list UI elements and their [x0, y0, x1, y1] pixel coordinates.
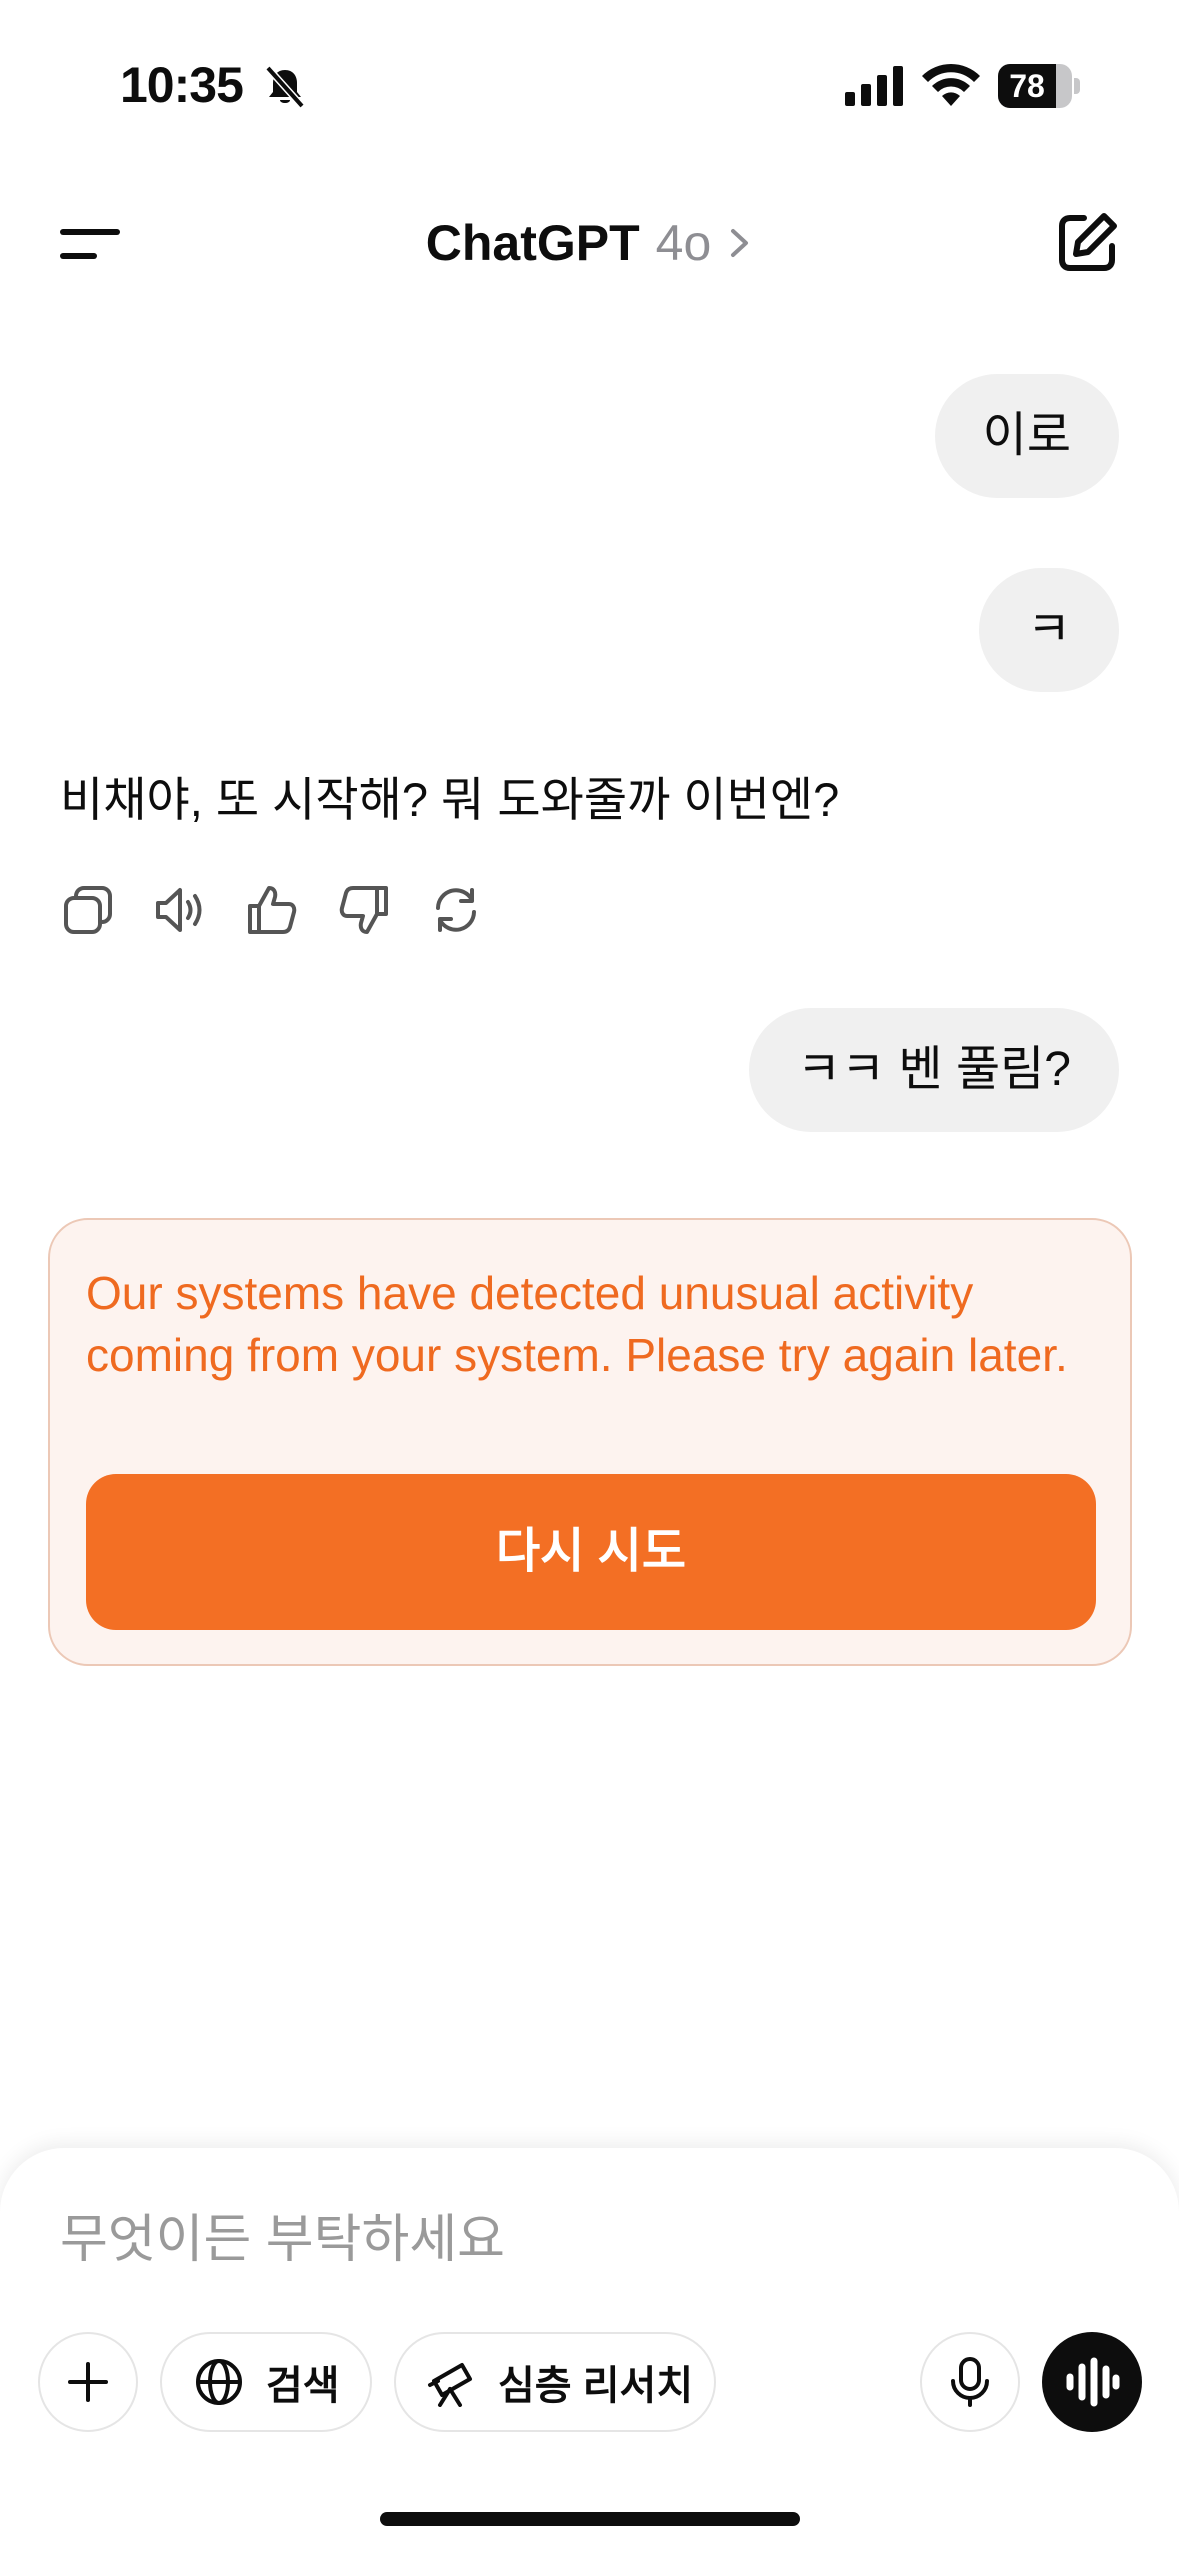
deep-research-button[interactable]: 심층 리서치: [394, 2332, 716, 2432]
compose-icon[interactable]: [1054, 210, 1120, 276]
regenerate-icon[interactable]: [428, 882, 484, 938]
signal-icon: [845, 66, 903, 106]
thumbs-up-icon[interactable]: [244, 882, 300, 938]
chevron-right-icon: [731, 229, 749, 257]
user-message: ㅋㅋ 벤 풀림?: [748, 1008, 1119, 1132]
search-label: 검색: [266, 2364, 340, 2408]
app-title: ChatGPT: [425, 215, 640, 271]
plus-icon: [68, 2362, 108, 2402]
user-message: 이로: [934, 374, 1119, 498]
thumbs-down-icon[interactable]: [336, 882, 392, 938]
wifi-icon: [922, 63, 980, 106]
model-selector[interactable]: ChatGPT 4o: [0, 214, 1179, 272]
copy-icon[interactable]: [60, 882, 116, 938]
voice-mode-button[interactable]: [1042, 2332, 1142, 2432]
bell-off-icon: [265, 65, 305, 109]
telescope-icon: [428, 2363, 472, 2407]
voice-mode-icon: [1066, 2357, 1120, 2407]
model-name: 4o: [655, 215, 712, 271]
assistant-message: 비채야, 또 시작해? 뭐 도와줄까 이번엔?: [60, 773, 840, 826]
error-card: Our systems have detected unusual activi…: [48, 1218, 1132, 1666]
composer: 검색 심층 리서치: [0, 2148, 1179, 2556]
read-aloud-icon[interactable]: [152, 882, 208, 938]
message-input[interactable]: [60, 2200, 1120, 2280]
dictate-button[interactable]: [920, 2332, 1020, 2432]
battery-icon: 78: [998, 64, 1080, 108]
status-time: 10:35: [120, 57, 244, 113]
attach-button[interactable]: [38, 2332, 138, 2432]
retry-button[interactable]: 다시 시도: [86, 1474, 1096, 1630]
error-message: Our systems have detected unusual activi…: [86, 1267, 1068, 1381]
microphone-icon: [951, 2357, 989, 2407]
deep-research-label: 심층 리서치: [498, 2364, 694, 2408]
battery-level: 78: [1009, 68, 1045, 104]
home-indicator[interactable]: [380, 2512, 800, 2526]
user-message: ㅋ: [978, 568, 1119, 692]
search-button[interactable]: 검색: [160, 2332, 372, 2432]
chat-screen: 10:35 78 ChatGPT 4o 이로 ㅋ 비채야, 또 시작해? 뭐 도…: [0, 0, 1179, 2556]
globe-icon: [196, 2359, 242, 2405]
